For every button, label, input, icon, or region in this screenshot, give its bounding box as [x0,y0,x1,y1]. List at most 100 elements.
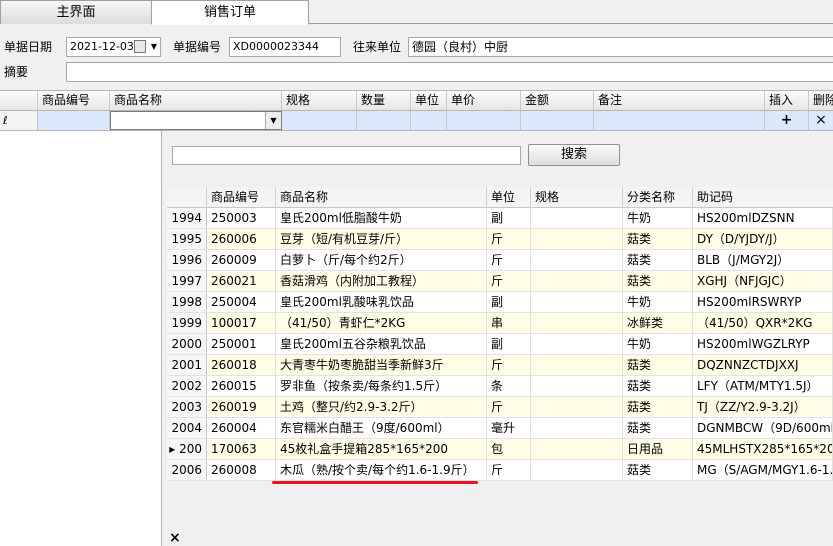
col-product-mnemonic[interactable]: 助记码 [693,187,833,208]
edit-unit-cell[interactable] [411,111,447,130]
product-mnemonic: HS200mlWGZLRYP [693,334,833,354]
product-unit: 副 [487,292,531,312]
product-name: 皇氏200ml五谷杂粮乳饮品 [276,334,487,354]
product-code: 260019 [207,397,276,417]
col-product-code[interactable]: 商品编号 [207,187,276,208]
product-spec [531,418,623,438]
product-row[interactable]: 1996 260009 白萝卜（斤/每个约2斤）斤 菇类 BLB（J/MGY2J） [167,250,833,271]
product-row[interactable]: 1999 100017 （41/50）青虾仁*2KG 串 冰鲜类 （41/50）QXR*2… [167,313,833,334]
search-button[interactable]: 搜索 [528,144,620,166]
product-row[interactable]: 2001 260018 大青枣牛奶枣脆甜当季新鲜3斤斤 菇类 DQZNNZCTDJXXJ [167,355,833,376]
edit-qty-cell[interactable] [357,111,411,130]
row-number: 2004 [167,418,207,438]
product-mnemonic: DGNMBCW（9D/600ml） [693,418,833,438]
close-popup-icon[interactable]: × [169,530,181,546]
product-row[interactable]: 1997 260021 香菇滑鸡（内附加工教程）斤 菇类 XGHJ（NFJGJC） [167,271,833,292]
tab-sales-order[interactable]: 销售订单 [151,0,309,25]
delete-row-button[interactable]: × [809,111,833,130]
product-spec [531,271,623,291]
edit-code-cell[interactable] [38,111,110,130]
insert-row-button[interactable]: + [765,111,809,130]
search-input[interactable] [172,146,521,165]
product-unit: 毫升 [487,418,531,438]
product-row[interactable]: 2004 260004 东官糯米白醋王（9度/600ml） 毫升 菇类 DGNMBCW（9… [167,418,833,439]
edit-note-cell[interactable] [594,111,765,130]
row-number: 2006 [167,460,207,480]
edit-amount-cell[interactable] [521,111,594,130]
product-spec [531,250,623,270]
grid-body-empty [0,131,162,546]
col-unit[interactable]: 单位 [411,91,447,110]
col-spec[interactable]: 规格 [282,91,357,110]
col-name[interactable]: 商品名称 [110,91,282,110]
product-row[interactable]: 2002 260015 罗非鱼（按条卖/每条约1.5斤）条 菇类 LFY（ATM/MTY… [167,376,833,397]
product-category: 冰鲜类 [623,313,693,333]
product-mnemonic: BLB（J/MGY2J） [693,250,833,270]
memo-field[interactable] [66,62,833,82]
product-code: 260009 [207,250,276,270]
col-price[interactable]: 单价 [447,91,521,110]
product-unit: 斤 [487,250,531,270]
col-code[interactable]: 商品编号 [38,91,110,110]
date-picker[interactable]: 2021-12-03 ▼ [66,37,161,57]
product-category: 菇类 [623,460,693,480]
product-unit: 条 [487,376,531,396]
product-category: 菇类 [623,376,693,396]
product-spec [531,376,623,396]
row-number: 1994 [167,208,207,228]
product-row[interactable]: 1995 260006 豆芽（短/有机豆芽/斤）斤 菇类 DY（D/YJDY/J） [167,229,833,250]
chevron-down-icon[interactable]: ▼ [151,38,157,56]
edit-name-combo[interactable]: ▼ [110,111,282,130]
tab-main[interactable]: 主界面 [0,0,152,24]
partner-field[interactable]: 德园（良村）中厨 [408,37,833,57]
dropdown-arrow-icon[interactable]: ▼ [265,112,281,129]
product-spec [531,292,623,312]
row-number: 1997 [167,271,207,291]
product-row[interactable]: 2003 260019 土鸡（整只/约2.9-3.2斤）斤 菇类 TJ（ZZ/Y2.9-… [167,397,833,418]
col-amount[interactable]: 金额 [521,91,594,110]
product-name: 45枚礼盒手提箱285*165*200 [276,439,487,459]
col-product-name[interactable]: 商品名称 [276,187,487,208]
product-mnemonic: 45MLHSTX285*165*200 [693,439,833,459]
product-name: 豆芽（短/有机豆芽/斤） [276,229,487,249]
calendar-icon[interactable] [134,40,146,53]
col-delete[interactable]: 删除 [809,91,833,110]
col-note[interactable]: 备注 [594,91,765,110]
product-row[interactable]: 1994 250003 皇氏200ml低脂酸牛奶副 牛奶 HS200mlDZSNN [167,208,833,229]
product-name: 大青枣牛奶枣脆甜当季新鲜3斤 [276,355,487,375]
doc-no-label: 单据编号 [173,40,222,54]
order-edit-row[interactable]: ℓ ▼ + × [0,111,833,131]
product-code: 250003 [207,208,276,228]
col-insert[interactable]: 插入 [765,91,809,110]
memo-label: 摘要 [4,65,29,79]
product-mnemonic: LFY（ATM/MTY1.5J） [693,376,833,396]
row-number: ▸ 200 [167,439,207,459]
product-category: 日用品 [623,439,693,459]
product-code: 170063 [207,439,276,459]
product-row[interactable]: 2000 250001 皇氏200ml五谷杂粮乳饮品副 牛奶 HS200mlWGZLRY… [167,334,833,355]
product-spec [531,397,623,417]
date-label: 单据日期 [4,40,53,54]
product-row[interactable]: 1998 250004 皇氏200ml乳酸味乳饮品副 牛奶 HS200mlRSWRYP [167,292,833,313]
product-mnemonic: MG（S/AGM/MGY1.6-1.9J） [693,460,833,480]
col-product-spec[interactable]: 规格 [531,187,623,208]
edit-price-cell[interactable] [447,111,521,130]
col-product-category[interactable]: 分类名称 [623,187,693,208]
product-name: 香菇滑鸡（内附加工教程） [276,271,487,291]
col-qty[interactable]: 数量 [357,91,411,110]
product-category: 牛奶 [623,208,693,228]
row-number-header [167,187,207,208]
product-name: 东官糯米白醋王（9度/600ml） [276,418,487,438]
product-row[interactable]: 2006 260008 木瓜（熟/按个卖/每个约1.6-1.9斤）斤 菇类 MG（S/A… [167,460,833,481]
col-product-unit[interactable]: 单位 [487,187,531,208]
product-mnemonic: HS200mlDZSNN [693,208,833,228]
product-mnemonic: DQZNNZCTDJXXJ [693,355,833,375]
product-spec [531,439,623,459]
product-category: 菇类 [623,271,693,291]
edit-spec-cell[interactable] [282,111,357,130]
product-row[interactable]: ▸ 200 170063 45枚礼盒手提箱285*165*200 包 日用品 45MLHS… [167,439,833,460]
row-number: 2003 [167,397,207,417]
product-unit: 包 [487,439,531,459]
product-unit: 串 [487,313,531,333]
doc-no-field[interactable]: XD0000023344 [229,37,341,57]
